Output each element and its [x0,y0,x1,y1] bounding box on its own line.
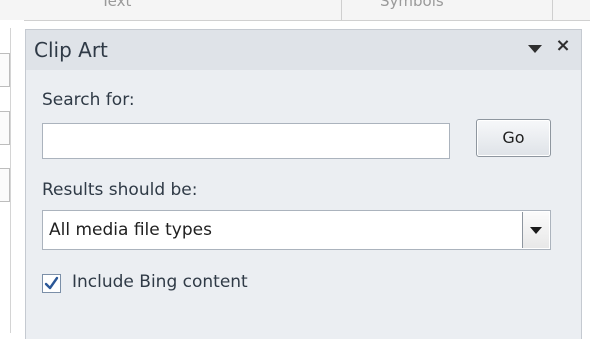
ribbon-group-text[interactable]: Text [101,0,131,10]
search-label: Search for: [42,90,135,110]
close-icon[interactable]: × [554,36,572,56]
document-edge [0,20,24,339]
pane-splitter[interactable] [10,28,11,333]
pane-title: Clip Art [34,38,108,62]
pane-header: Clip Art × [26,30,581,70]
document-edge-nub [0,168,10,202]
document-edge-nub [0,111,10,145]
search-input[interactable] [42,123,450,159]
dropdown-button[interactable] [522,212,549,248]
clip-art-pane: Clip Art × Search for: Go Results should… [25,29,582,339]
include-bing-checkbox[interactable] [42,274,61,293]
ribbon-divider [552,0,553,20]
chevron-down-icon[interactable] [528,45,542,53]
go-button[interactable]: Go [476,119,551,157]
results-label: Results should be: [42,180,198,200]
include-bing-label[interactable]: Include Bing content [72,272,248,292]
media-type-select[interactable]: All media file types [42,210,551,250]
media-type-selected-value: All media file types [49,220,212,240]
ribbon-strip: Text Symbols [0,0,590,21]
ribbon-group-symbols[interactable]: Symbols [380,0,444,10]
document-edge-nub [0,53,10,87]
ribbon-divider [341,0,342,20]
chevron-down-icon [530,227,542,234]
checkmark-icon [44,276,59,290]
screen: Text Symbols Clip Art × Search for: Go R… [0,0,590,339]
